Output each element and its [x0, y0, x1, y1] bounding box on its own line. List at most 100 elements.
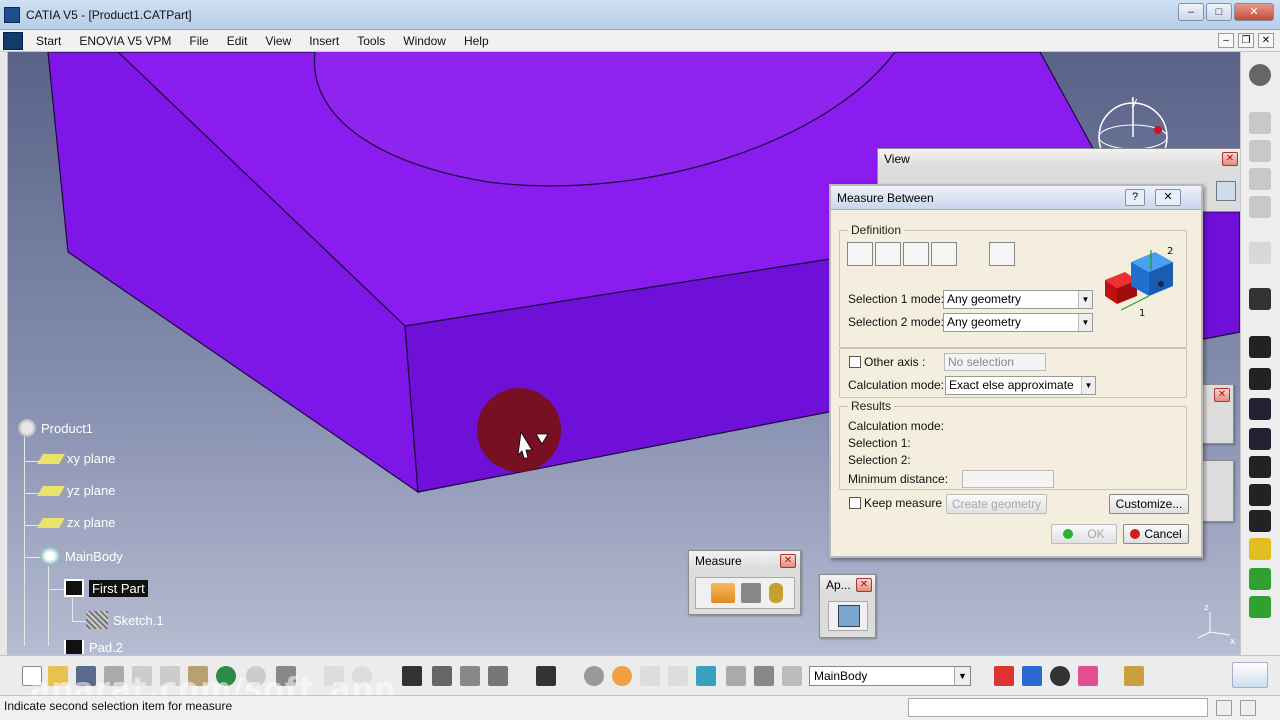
svg-text:z: z [1204, 603, 1209, 613]
minimize-button[interactable]: – [1178, 3, 1204, 21]
tool-icon[interactable] [1249, 196, 1271, 218]
slot-tool-icon[interactable] [1249, 510, 1271, 532]
svg-text:1: 1 [1139, 308, 1145, 319]
removed-section-icon[interactable] [1249, 596, 1271, 618]
create-geometry-button[interactable]: Create geometry [946, 494, 1047, 514]
apply-material-icon[interactable] [838, 605, 860, 627]
doc-close-button[interactable]: ✕ [1258, 33, 1274, 48]
partial-toolbar-panel-2 [1198, 460, 1234, 522]
vertical-scrollbar[interactable] [0, 52, 8, 655]
customize-button[interactable]: Customize... [1109, 494, 1189, 514]
hide-show-icon[interactable] [754, 666, 774, 686]
measure-fan-mode-icon[interactable] [903, 242, 929, 266]
partial-toolbar-panel: ✕ [1198, 384, 1234, 444]
ap-toolbar-close-button[interactable]: ✕ [856, 578, 872, 592]
menu-edit[interactable]: Edit [218, 34, 257, 48]
measure-item-icon[interactable] [741, 583, 761, 603]
measure-between-icon[interactable] [711, 583, 735, 603]
pocket-tool-icon[interactable] [1249, 368, 1271, 390]
tree-node-first-part[interactable]: First Part [64, 579, 148, 597]
solid-combine-icon[interactable] [1249, 538, 1271, 560]
menu-start[interactable]: Start [27, 34, 70, 48]
view-panel-close-button[interactable]: ✕ [1222, 152, 1238, 166]
measure-inertia-icon[interactable] [769, 583, 783, 603]
tool-icon[interactable] [1249, 140, 1271, 162]
menu-help[interactable]: Help [455, 34, 498, 48]
selection2-mode-label: Selection 2 mode: [848, 315, 945, 329]
pan-icon[interactable] [612, 666, 632, 686]
menu-view[interactable]: View [256, 34, 300, 48]
measure-between-mode-icon[interactable] [847, 242, 873, 266]
apply-material-icon[interactable] [1078, 666, 1098, 686]
pad-tool-icon[interactable] [1249, 336, 1271, 358]
menu-enovia[interactable]: ENOVIA V5 VPM [70, 34, 180, 48]
tools-icon[interactable] [1124, 666, 1144, 686]
tree-node-product1[interactable]: Product1 [18, 419, 93, 437]
tree-node-yz-plane[interactable]: yz plane [37, 483, 115, 498]
measure-toolbar-title: Measure [695, 554, 742, 568]
other-axis-checkbox[interactable] [849, 356, 861, 368]
menu-file[interactable]: File [180, 34, 217, 48]
calculation-mode-select[interactable]: Exact else approximate ▼ [945, 376, 1096, 395]
help-button[interactable]: ? [1125, 189, 1145, 206]
link-icon[interactable] [488, 666, 508, 686]
table-icon[interactable] [402, 666, 422, 686]
current-body-select[interactable]: MainBody ▼ [809, 666, 971, 686]
tree-node-sketch1[interactable]: Sketch.1 [86, 611, 164, 629]
gear-icon[interactable] [1249, 64, 1271, 86]
render-style-icon[interactable] [726, 666, 746, 686]
catalog-icon[interactable] [432, 666, 452, 686]
tool-icon[interactable] [1249, 112, 1271, 134]
rib-tool-icon[interactable] [1249, 484, 1271, 506]
ok-button[interactable]: OK [1051, 524, 1117, 544]
menu-window[interactable]: Window [394, 34, 455, 48]
status-toggle-icon[interactable] [1216, 700, 1232, 716]
hole-tool-icon[interactable] [1249, 456, 1271, 478]
update-icon[interactable] [994, 666, 1014, 686]
measure-toolbar-close-button[interactable]: ✕ [780, 554, 796, 568]
tool-icon[interactable] [1249, 168, 1271, 190]
tree-node-mainbody[interactable]: MainBody [40, 547, 123, 565]
cancel-button[interactable]: Cancel [1123, 524, 1189, 544]
doc-restore-button[interactable]: ❐ [1238, 33, 1254, 48]
tree-node-pad2[interactable]: Pad.2 [64, 640, 123, 654]
swap-space-icon[interactable] [782, 666, 802, 686]
status-bar: Indicate second selection item for measu… [0, 695, 1280, 720]
fly-mode-icon[interactable] [584, 666, 604, 686]
selection2-mode-select[interactable]: Any geometry ▼ [943, 313, 1093, 332]
keep-measure-checkbox[interactable] [849, 497, 861, 509]
product-icon [18, 419, 36, 437]
tool-icon[interactable] [1249, 242, 1271, 264]
tree-node-zx-plane[interactable]: zx plane [37, 515, 115, 530]
view-tool-icon[interactable] [1216, 181, 1236, 201]
shaft-tool-icon[interactable] [1249, 398, 1271, 420]
other-axis-field[interactable]: No selection [944, 353, 1046, 371]
window-title: CATIA V5 - [Product1.CATPart] [26, 7, 192, 22]
menu-insert[interactable]: Insert [300, 34, 348, 48]
measure-item-icon[interactable] [931, 242, 957, 266]
multi-section-icon[interactable] [1249, 568, 1271, 590]
measure-inertia-icon[interactable] [989, 242, 1015, 266]
close-window-button[interactable]: ✕ [1234, 3, 1274, 21]
measure-chain-mode-icon[interactable] [875, 242, 901, 266]
zoom-readout-icon[interactable] [668, 666, 688, 686]
camera-icon[interactable] [536, 666, 556, 686]
doc-minimize-button[interactable]: – [1218, 33, 1234, 48]
partial-panel-close-button[interactable]: ✕ [1214, 388, 1230, 402]
knowledge-icon[interactable] [460, 666, 480, 686]
status-toggle-icon[interactable] [1240, 700, 1256, 716]
menu-bar: Start ENOVIA V5 VPM File Edit View Inser… [0, 30, 1280, 52]
normal-view-icon[interactable] [696, 666, 716, 686]
maximize-button[interactable]: □ [1206, 3, 1232, 21]
tree-node-xy-plane[interactable]: xy plane [37, 451, 115, 466]
selection1-mode-select[interactable]: Any geometry ▼ [943, 290, 1093, 309]
command-input[interactable] [908, 698, 1208, 717]
insert-body-icon[interactable] [1022, 666, 1042, 686]
groove-tool-icon[interactable] [1249, 428, 1271, 450]
properties-icon[interactable] [1050, 666, 1070, 686]
rotate-icon[interactable] [640, 666, 660, 686]
menu-tools[interactable]: Tools [348, 34, 394, 48]
dialog-close-button[interactable]: ✕ [1155, 189, 1181, 206]
pad-icon [64, 640, 84, 654]
sketch-tool-icon[interactable] [1249, 288, 1271, 310]
